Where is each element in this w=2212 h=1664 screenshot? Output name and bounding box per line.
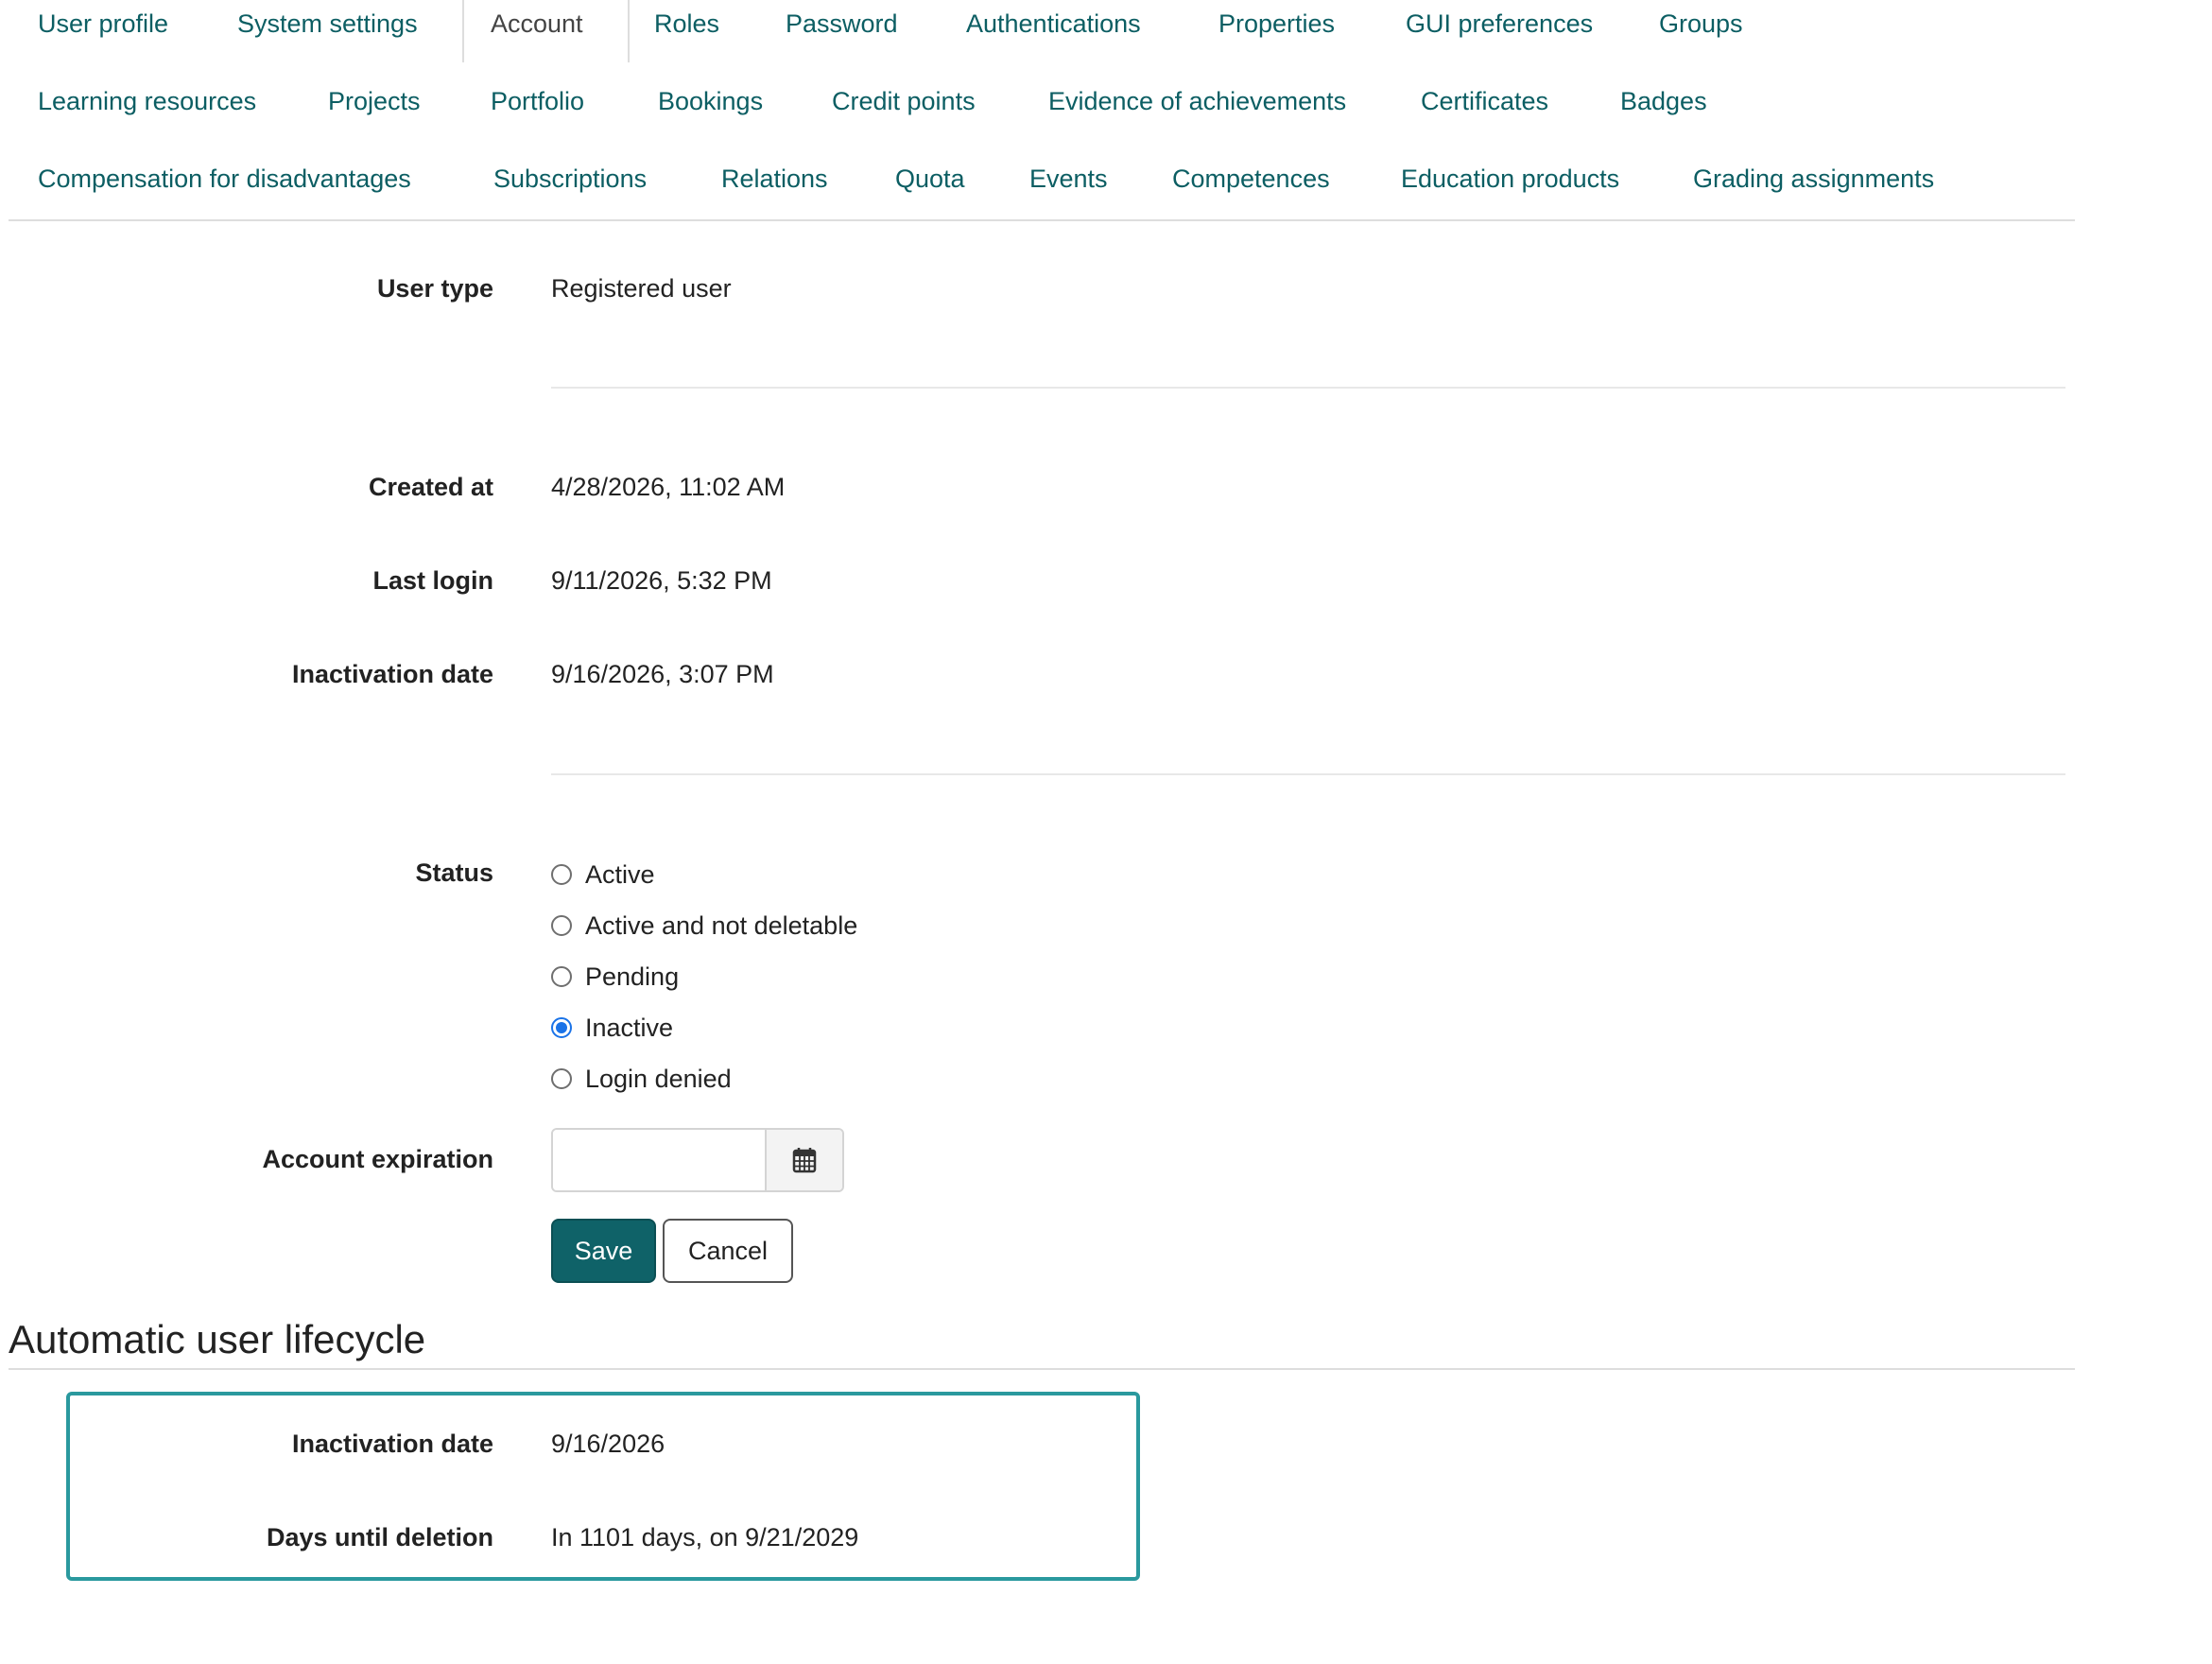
inactivation-date-label: Inactivation date	[291, 660, 493, 688]
status-option-pending[interactable]: Pending	[551, 961, 679, 993]
radio-button[interactable]	[551, 915, 572, 936]
created-at-label: Created at	[368, 473, 493, 501]
tab-grading-assignments[interactable]: Grading assignments	[1693, 166, 1934, 192]
cancel-button[interactable]: Cancel	[663, 1219, 793, 1283]
tab-credit-points[interactable]: Credit points	[832, 89, 976, 114]
tab-account[interactable]: Account	[491, 11, 583, 37]
account-expiration-field	[551, 1128, 844, 1192]
account-expiration-label: Account expiration	[262, 1145, 493, 1173]
calendar-icon	[792, 1148, 817, 1173]
tab-password[interactable]: Password	[786, 11, 898, 37]
lifecycle-panel	[66, 1392, 1140, 1581]
tab-authentications[interactable]: Authentications	[966, 11, 1141, 37]
save-button[interactable]: Save	[551, 1219, 656, 1283]
status-option-label: Active and not deletable	[585, 910, 858, 940]
account-expiration-input[interactable]	[553, 1130, 765, 1190]
lifecycle-inactivation-date-label: Inactivation date	[291, 1430, 493, 1458]
tab-subscriptions[interactable]: Subscriptions	[493, 166, 647, 192]
user-type-label: User type	[376, 274, 493, 303]
tab-properties[interactable]: Properties	[1218, 11, 1335, 37]
tab-user-profile[interactable]: User profile	[38, 11, 168, 37]
last-login-label: Last login	[372, 566, 494, 595]
days-until-deletion-label: Days until deletion	[266, 1523, 493, 1551]
tab-learning-resources[interactable]: Learning resources	[38, 89, 256, 114]
tab-compensation-for-disadvantages[interactable]: Compensation for disadvantages	[38, 166, 411, 192]
lifecycle-section-title: Automatic user lifecycle	[9, 1317, 426, 1361]
tab-gui-preferences[interactable]: GUI preferences	[1406, 11, 1593, 37]
divider	[551, 773, 2065, 775]
status-option-label: Login denied	[585, 1064, 732, 1093]
status-label: Status	[415, 858, 493, 887]
tab-certificates[interactable]: Certificates	[1421, 89, 1548, 114]
created-at-value: 4/28/2026, 11:02 AM	[551, 473, 786, 501]
last-login-value: 9/11/2026, 5:32 PM	[551, 566, 772, 595]
tab-evidence-of-achievements[interactable]: Evidence of achievements	[1048, 89, 1346, 114]
tab-quota[interactable]: Quota	[895, 166, 965, 192]
status-option-active-not-deletable[interactable]: Active and not deletable	[551, 910, 857, 942]
section-divider	[9, 1368, 2075, 1370]
lifecycle-inactivation-date-value: 9/16/2026	[551, 1430, 665, 1458]
status-option-active[interactable]: Active	[551, 858, 655, 891]
user-admin-tabs: User profile System settings Account Rol…	[9, 0, 2075, 221]
divider	[551, 387, 2065, 389]
status-option-inactive[interactable]: Inactive	[551, 1012, 673, 1044]
date-picker-button[interactable]	[765, 1130, 842, 1190]
account-page: User profile System settings Account Rol…	[0, 0, 2212, 1664]
days-until-deletion-value: In 1101 days, on 9/21/2029	[551, 1523, 859, 1551]
tab-bookings[interactable]: Bookings	[658, 89, 763, 114]
tab-badges[interactable]: Badges	[1620, 89, 1707, 114]
user-type-value: Registered user	[551, 274, 732, 303]
radio-button[interactable]	[551, 864, 572, 885]
radio-button[interactable]	[551, 1068, 572, 1089]
status-option-label: Inactive	[585, 1013, 674, 1042]
tab-system-settings[interactable]: System settings	[237, 11, 418, 37]
tab-events[interactable]: Events	[1029, 166, 1108, 192]
tab-groups[interactable]: Groups	[1659, 11, 1743, 37]
tab-projects[interactable]: Projects	[328, 89, 421, 114]
tab-relations[interactable]: Relations	[721, 166, 828, 192]
status-option-login-denied[interactable]: Login denied	[551, 1063, 732, 1095]
tab-education-products[interactable]: Education products	[1401, 166, 1619, 192]
status-option-label: Active	[585, 859, 655, 889]
tab-competences[interactable]: Competences	[1172, 166, 1330, 192]
tab-roles[interactable]: Roles	[654, 11, 719, 37]
status-option-label: Pending	[585, 962, 680, 991]
tab-portfolio[interactable]: Portfolio	[491, 89, 584, 114]
inactivation-date-value: 9/16/2026, 3:07 PM	[551, 660, 774, 688]
radio-button-checked[interactable]	[551, 1017, 572, 1038]
radio-button[interactable]	[551, 966, 572, 987]
